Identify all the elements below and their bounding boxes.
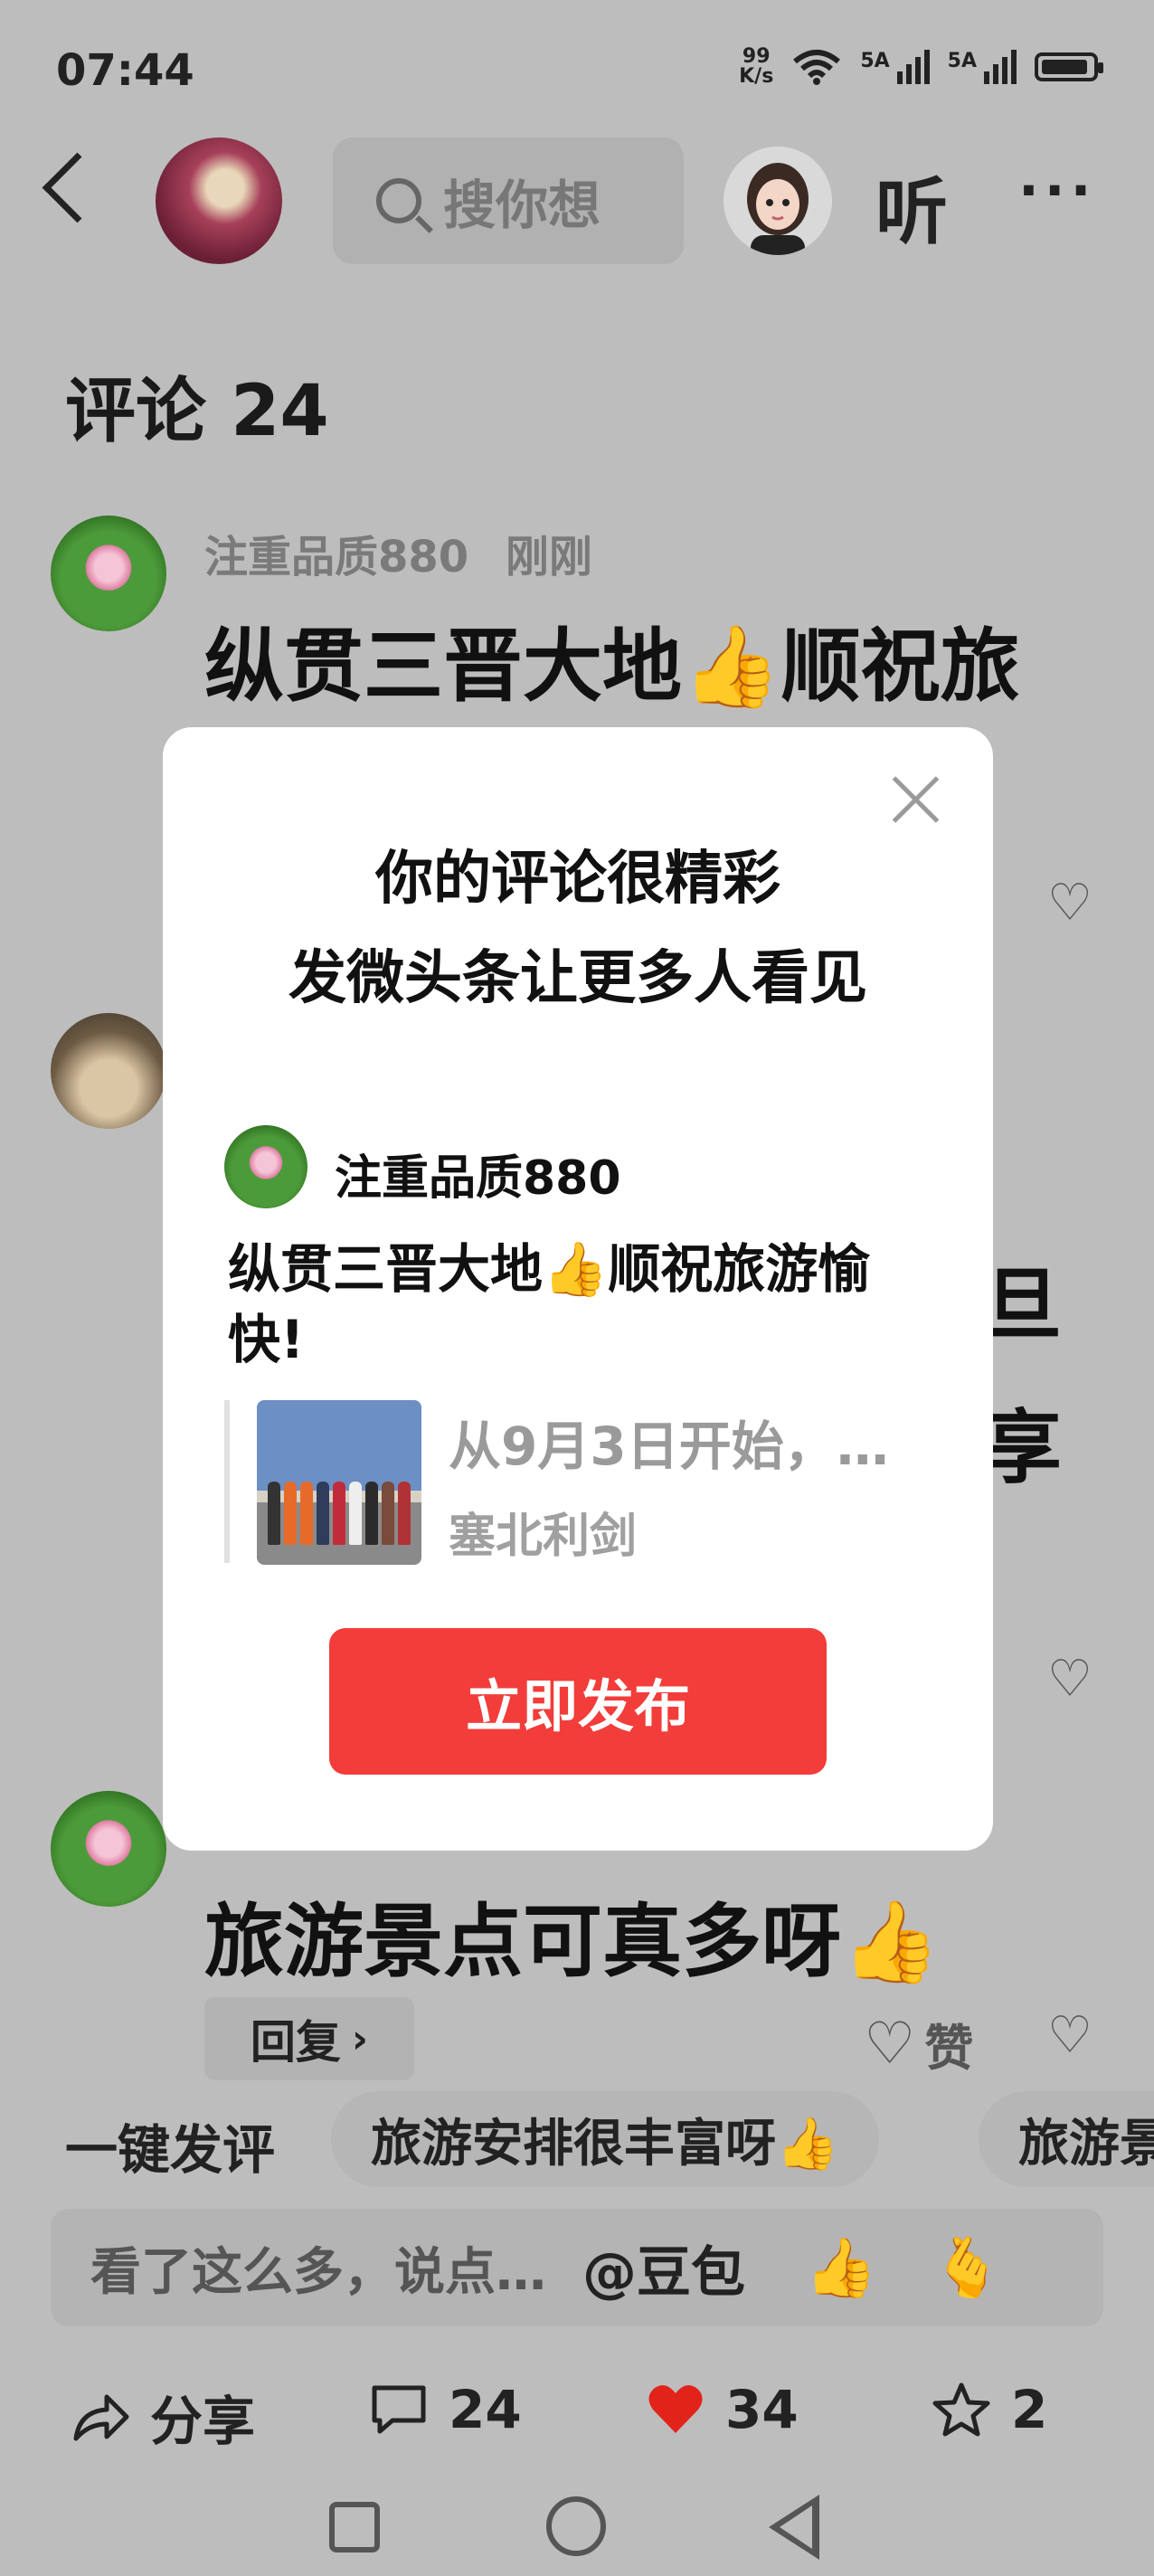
comment-text: 纵贯三晋大地👍顺祝旅 bbox=[204, 620, 1020, 713]
comment-input[interactable]: 看了这么多，说点… @豆包 👍 🫰 bbox=[51, 2209, 1103, 2326]
dislike-icon[interactable]: ♡ bbox=[1045, 2011, 1094, 2061]
dialog-subtitle: 发微头条让更多人看见 bbox=[288, 945, 867, 1012]
article-source: 塞北利剑 bbox=[449, 1510, 638, 1564]
dialog-title: 你的评论很精彩 bbox=[375, 846, 780, 913]
net-speed: 99 K/s bbox=[739, 45, 774, 88]
comment-username: 注重品质880 刚刚 bbox=[204, 532, 592, 582]
author-avatar bbox=[224, 1125, 307, 1208]
more-options-icon[interactable]: ··· bbox=[1018, 164, 1096, 218]
comment-text-partial: 旦 bbox=[982, 1258, 1063, 1351]
close-icon[interactable] bbox=[890, 774, 941, 825]
like-count-button[interactable]: 34 bbox=[646, 2379, 799, 2440]
thumbs-up-emoji[interactable]: 👍 bbox=[805, 2234, 877, 2302]
home-icon[interactable] bbox=[546, 2496, 606, 2556]
status-time: 07:44 bbox=[56, 45, 194, 96]
dislike-icon[interactable]: ♡ bbox=[1045, 878, 1094, 929]
battery-icon bbox=[1035, 52, 1103, 81]
quick-reply-chip[interactable]: 旅游安排很丰富呀👍 bbox=[331, 2091, 879, 2187]
quick-reply-chip[interactable]: 旅游景 bbox=[979, 2091, 1154, 2187]
comment-count-button[interactable]: 24 bbox=[369, 2379, 522, 2440]
comment-avatar[interactable] bbox=[51, 516, 166, 631]
doubao-avatar[interactable] bbox=[724, 147, 832, 255]
share-prompt-dialog: 你的评论很精彩 发微头条让更多人看见 注重品质880 纵贯三晋大地👍顺祝旅游愉快… bbox=[163, 727, 993, 1851]
search-placeholder: 搜你想 bbox=[443, 175, 601, 236]
recent-apps-icon[interactable] bbox=[329, 2502, 380, 2552]
search-box[interactable]: 搜你想 bbox=[333, 137, 684, 264]
heart-filled-icon bbox=[648, 2385, 703, 2433]
finger-heart-emoji[interactable]: 🫰 bbox=[932, 2234, 1004, 2302]
share-icon bbox=[73, 2394, 129, 2441]
comment-bubble-icon bbox=[372, 2385, 426, 2434]
author-avatar[interactable] bbox=[156, 137, 282, 264]
dislike-icon[interactable]: ♡ bbox=[1045, 1654, 1094, 1705]
article-thumbnail bbox=[257, 1400, 421, 1565]
heart-outline-icon: ♡ bbox=[864, 2010, 916, 2078]
quote-divider bbox=[224, 1400, 230, 1563]
signal-icon-2: 5A bbox=[948, 50, 1017, 84]
comments-title: 评论 24 bbox=[65, 371, 329, 452]
like-button[interactable]: ♡ 赞 bbox=[864, 2008, 973, 2079]
comment-avatar[interactable] bbox=[51, 1791, 166, 1907]
star-icon bbox=[932, 2382, 990, 2437]
comment-text: 旅游景点可真多呀👍 bbox=[204, 1895, 941, 1988]
publish-button[interactable]: 立即发布 bbox=[329, 1628, 827, 1775]
mention-doubao[interactable]: @豆包 bbox=[582, 2229, 745, 2307]
back-arrow-icon[interactable] bbox=[42, 152, 113, 223]
quick-reply-label: 一键发评 bbox=[65, 2119, 276, 2181]
author-name: 注重品质880 bbox=[335, 1151, 621, 1206]
search-icon bbox=[376, 178, 421, 223]
reply-button[interactable]: 回复 › bbox=[204, 1997, 414, 2080]
share-button[interactable]: 分享 bbox=[71, 2379, 255, 2455]
wifi-icon bbox=[793, 50, 841, 85]
comment-text-partial: 享 bbox=[982, 1401, 1063, 1494]
listen-button[interactable]: 听 bbox=[875, 154, 948, 259]
favorite-button[interactable]: 2 bbox=[932, 2379, 1047, 2440]
doubao-face-icon bbox=[724, 147, 832, 255]
comment-preview: 纵贯三晋大地👍顺祝旅游愉快! bbox=[228, 1238, 871, 1370]
article-title: 从9月3日开始，… bbox=[449, 1416, 889, 1477]
status-icons: 99 K/s 5A 5A bbox=[739, 45, 1103, 88]
comment-avatar[interactable] bbox=[51, 1013, 166, 1129]
signal-icon: 5A bbox=[860, 50, 930, 84]
